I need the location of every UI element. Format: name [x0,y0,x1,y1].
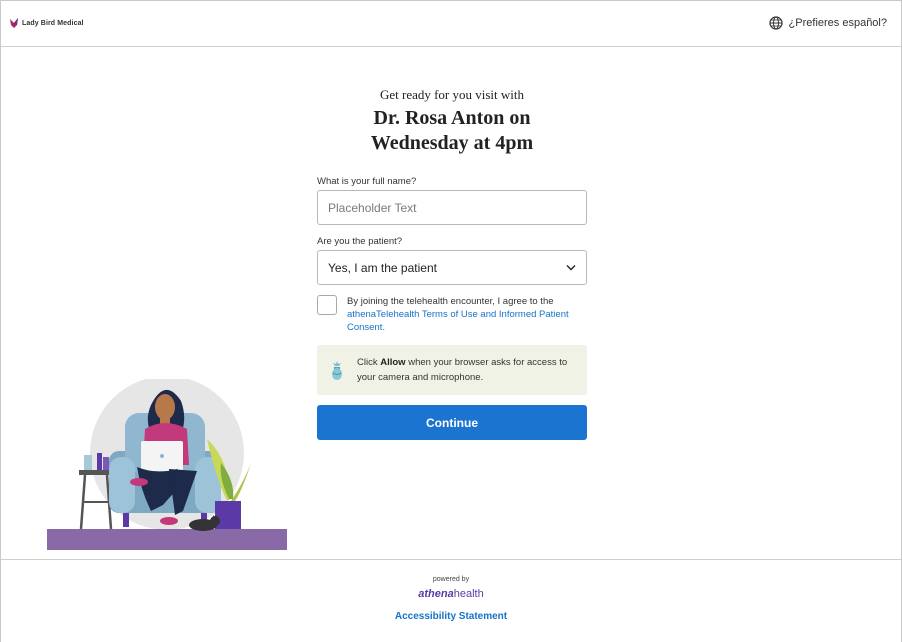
consent-text-prefix: By joining the telehealth encounter, I a… [347,296,554,307]
permission-notice: Click Allow when your browser asks for a… [317,345,587,395]
brand-name: Lady Bird Medical [22,19,84,27]
terms-consent-link[interactable]: athenaTelehealth Terms of Use and Inform… [347,309,569,333]
athenahealth-logo: athenahealth [1,588,901,600]
intro-subtitle: Get ready for you visit with [379,87,525,102]
accessibility-statement-link[interactable]: Accessibility Statement [1,611,901,622]
continue-button[interactable]: Continue [317,405,587,440]
powered-by-text: powered by [432,576,470,583]
consent-text: By joining the telehealth encounter, I a… [347,295,587,334]
full-name-label: What is your full name? [317,176,417,187]
camera-mic-icon [332,361,342,380]
app-frame: Lady Bird Medical ¿Prefieres español? Ge… [0,0,902,642]
language-toggle[interactable]: ¿Prefieres español? [768,16,887,30]
visit-intro: Get ready for you visit with Dr. Rosa An… [317,87,587,156]
language-toggle-label: ¿Prefieres español? [788,17,887,29]
notice-allow: Allow [380,357,406,368]
full-name-input[interactable] [317,190,587,225]
intro-title: Dr. Rosa Anton on Wednesday at 4pm [317,106,587,156]
intro-title-line2: Wednesday at 4pm [370,132,534,154]
chevron-down-icon [566,265,576,271]
consent-checkbox[interactable] [317,295,337,315]
permission-notice-text: Click Allow when your browser asks for a… [357,355,587,385]
intro-title-line1: Dr. Rosa Anton on [373,107,531,129]
notice-prefix: Click [357,357,378,368]
footer: powered by athenahealth Accessibility St… [1,559,901,642]
athena-logo-prefix: athena [418,588,454,600]
consent-row: By joining the telehealth encounter, I a… [317,295,587,334]
ladybird-logo-icon [10,18,18,28]
header: Lady Bird Medical ¿Prefieres español? [1,1,901,47]
athena-logo-suffix: health [453,588,484,600]
brand: Lady Bird Medical [9,17,84,29]
patient-select-value: Yes, I am the patient [328,260,437,275]
globe-chat-icon [768,16,783,30]
patient-select-label: Are you the patient? [317,236,403,247]
woman-on-armchair-illustration [47,379,287,550]
patient-select[interactable]: Yes, I am the patient [317,250,587,285]
